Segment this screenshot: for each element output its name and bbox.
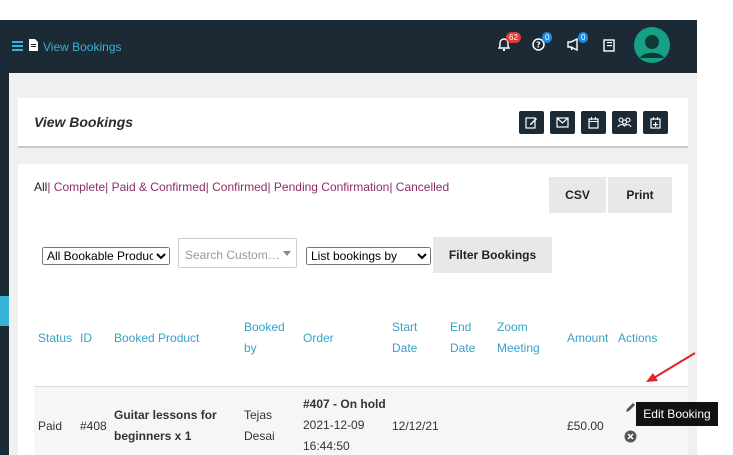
cell-status: Paid <box>38 419 63 433</box>
add-booking-button[interactable] <box>643 111 668 134</box>
filter-all[interactable]: All <box>34 180 47 194</box>
col-booked-by[interactable]: Booked by <box>244 317 285 359</box>
col-booked-by-line1: Booked <box>244 320 285 334</box>
breadcrumb: View Bookings <box>12 39 122 54</box>
filter-paid-confirmed[interactable]: | Paid & Confirmed <box>105 180 206 194</box>
sidebar-active-indicator <box>0 296 9 326</box>
cell-product: Guitar lessons for beginners x 1 <box>114 405 217 447</box>
avatar[interactable] <box>634 27 670 68</box>
svg-text:?: ? <box>536 41 541 50</box>
cell-order-link[interactable]: #407 - On hold <box>303 394 386 415</box>
close-circle-icon <box>624 430 637 443</box>
csv-button[interactable]: CSV <box>549 177 606 213</box>
cell-amount: £50.00 <box>567 419 604 433</box>
top-navbar: View Bookings 62 ? 0 0 <box>0 20 697 73</box>
filter-confirmed[interactable]: | Confirmed <box>206 180 268 194</box>
sidebar-collapsed <box>0 73 9 455</box>
docs-button[interactable] <box>603 39 615 57</box>
col-order[interactable]: Order <box>303 328 334 349</box>
col-amount[interactable]: Amount <box>567 328 608 349</box>
email-button[interactable] <box>550 111 575 134</box>
col-zoom-meeting[interactable]: Zoom Meeting <box>497 317 540 359</box>
user-avatar-icon <box>634 27 670 63</box>
calendar-button[interactable] <box>581 111 606 134</box>
col-booked-product[interactable]: Booked Product <box>114 328 199 349</box>
tooltip: Edit Booking <box>636 402 718 426</box>
notifications-bell[interactable]: 62 <box>497 32 521 56</box>
envelope-icon <box>556 117 569 128</box>
customer-search-input[interactable]: Search Custom… <box>178 238 297 268</box>
col-end-date[interactable]: End Date <box>450 317 475 359</box>
product-select[interactable]: All Bookable Products <box>42 247 170 265</box>
customers-button[interactable] <box>612 111 637 134</box>
table-row: Paid #408 Guitar lessons for beginners x… <box>34 386 688 455</box>
search-placeholder: Search Custom… <box>185 248 280 262</box>
col-zoom-line1: Zoom <box>497 320 528 334</box>
edit-icon <box>525 117 537 129</box>
help-button[interactable]: ? 0 <box>532 32 553 56</box>
cell-product-line2: beginners x 1 <box>114 429 192 443</box>
page-title: View Bookings <box>34 114 134 130</box>
annotation-arrow-icon <box>646 352 696 382</box>
page-title-link[interactable]: View Bookings <box>43 40 122 54</box>
cell-product-line1: Guitar lessons for <box>114 408 217 422</box>
cell-id[interactable]: #408 <box>80 416 107 437</box>
col-start-date[interactable]: Start Date <box>392 317 417 359</box>
book-icon <box>603 39 615 56</box>
menu-icon[interactable] <box>12 40 23 54</box>
col-start-line1: Start <box>392 320 418 334</box>
calendar-plus-icon <box>650 116 661 129</box>
header-actions <box>519 111 668 134</box>
filter-pending[interactable]: | Pending Confirmation <box>267 180 389 194</box>
col-start-line2: Date <box>392 341 418 355</box>
cell-start-date: 12/12/21 <box>392 419 439 433</box>
col-end-line1: End <box>450 320 472 334</box>
col-actions: Actions <box>618 331 658 345</box>
filter-cancelled[interactable]: | Cancelled <box>389 180 449 194</box>
bookings-card: All| Complete| Paid & Confirmed| Confirm… <box>18 164 688 455</box>
filter-bookings-button[interactable]: Filter Bookings <box>433 237 552 273</box>
print-button[interactable]: Print <box>608 177 672 213</box>
app-frame: View Bookings 62 ? 0 0 View Bookings All… <box>0 20 697 455</box>
help-badge: 0 <box>542 32 553 43</box>
announcements-badge: 0 <box>578 32 589 43</box>
list-bookings-by-select[interactable]: List bookings by <box>306 247 431 265</box>
filter-complete[interactable]: | Complete <box>47 180 105 194</box>
cell-booked-by-line2: Desai <box>244 429 275 443</box>
users-icon <box>617 117 632 128</box>
cell-order-time: 16:44:50 <box>303 439 350 453</box>
cell-booked-by: Tejas Desai <box>244 405 275 447</box>
notifications-badge: 62 <box>506 32 521 43</box>
cell-order-date: 2021-12-09 <box>303 418 365 432</box>
col-zoom-line2: Meeting <box>497 341 540 355</box>
col-id[interactable]: ID <box>80 328 92 349</box>
col-booked-by-line2: by <box>244 341 257 355</box>
status-filter-links: All| Complete| Paid & Confirmed| Confirm… <box>34 180 449 194</box>
col-end-line2: Date <box>450 341 476 355</box>
chevron-down-icon <box>283 251 291 256</box>
document-icon <box>28 39 38 54</box>
page-header-card: View Bookings <box>18 98 688 146</box>
announcements-button[interactable]: 0 <box>567 32 589 56</box>
cancel-booking-button[interactable] <box>624 430 637 448</box>
col-status[interactable]: Status <box>38 328 72 349</box>
calendar-icon <box>588 116 599 129</box>
cell-booked-by-line1: Tejas <box>244 408 273 422</box>
edit-button[interactable] <box>519 111 544 134</box>
cell-order: #407 - On hold 2021-12-09 16:44:50 <box>303 394 386 455</box>
